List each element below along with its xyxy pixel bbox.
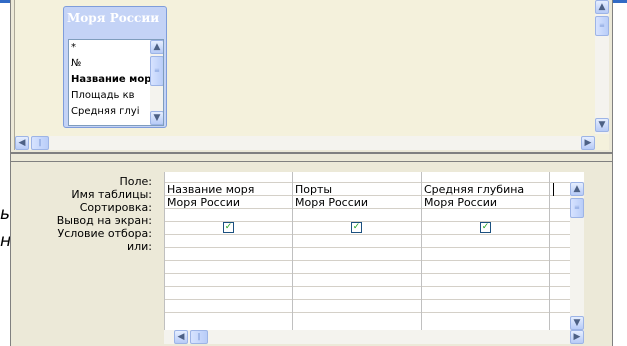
text-cursor: [553, 183, 554, 196]
arrow-up-icon[interactable]: ▲: [150, 40, 163, 54]
row-label-show: Вывод на экран:: [56, 214, 152, 227]
grid-vscroll[interactable]: ▲ ≡ ▼: [570, 182, 584, 330]
grid-hscroll[interactable]: ◀ ‖ ▶: [164, 330, 584, 344]
table-pane-vscroll[interactable]: ▲ ≡ ▼: [595, 0, 609, 134]
grid-col-line: [292, 172, 293, 330]
table-cell-3[interactable]: Моря России: [424, 196, 547, 209]
row-label-table: Имя таблицы:: [71, 188, 152, 201]
background-text-1: ь: [0, 204, 11, 224]
grid-col-line: [421, 172, 422, 330]
pane-splitter[interactable]: [11, 152, 612, 162]
arrow-left-icon[interactable]: ◀: [174, 330, 188, 344]
field-item-depth[interactable]: Средняя глуі: [71, 106, 140, 117]
table-pane: Моря России * № Название мор Площадь кв …: [14, 0, 609, 150]
grid-row-line: [164, 286, 584, 287]
field-list: * № Название мор Площадь кв Средняя глуі…: [68, 39, 164, 126]
grid-row-line: [164, 247, 584, 248]
grid-cells: Название моря Порты Средняя глубина Моря…: [164, 172, 584, 344]
grid-row-line: [164, 312, 584, 313]
grid-row-line: [164, 299, 584, 300]
arrow-down-icon[interactable]: ▼: [150, 111, 163, 125]
field-item-all[interactable]: *: [71, 42, 76, 53]
grid-row-line: [164, 234, 584, 235]
field-list-scrollbar[interactable]: ▲ ≡ ▼: [150, 40, 163, 125]
arrow-up-icon[interactable]: ▲: [570, 182, 584, 196]
field-cell-3[interactable]: Средняя глубина: [424, 183, 547, 196]
row-label-field: Поле:: [119, 175, 152, 188]
query-grid: Поле: Имя таблицы: Сортировка: Вывод на …: [14, 162, 609, 346]
check-icon[interactable]: ✓: [351, 222, 362, 233]
arrow-down-icon[interactable]: ▼: [595, 118, 609, 132]
row-label-or: или:: [126, 240, 152, 253]
field-cell-1[interactable]: Название моря: [167, 183, 290, 196]
row-label-sort: Сортировка:: [79, 201, 152, 214]
table-cell-1[interactable]: Моря России: [167, 196, 290, 209]
field-item-number[interactable]: №: [71, 58, 81, 69]
row-label-criteria: Условие отбора:: [57, 227, 153, 240]
arrow-up-icon[interactable]: ▲: [595, 0, 609, 14]
grid-row-line: [164, 273, 584, 274]
table-pane-vscroll-thumb[interactable]: ≡: [595, 16, 609, 36]
grid-col-line: [549, 172, 550, 330]
field-list-window[interactable]: Моря России * № Название мор Площадь кв …: [63, 6, 167, 128]
table-cell-2[interactable]: Моря России: [295, 196, 419, 209]
field-item-sea-name[interactable]: Название мор: [71, 74, 151, 85]
query-design-window: Моря России * № Название мор Площадь кв …: [10, 0, 613, 346]
check-icon[interactable]: ✓: [480, 222, 491, 233]
check-icon[interactable]: ✓: [223, 222, 234, 233]
table-pane-hscroll[interactable]: ◀ ‖ ▶: [15, 136, 595, 150]
arrow-right-icon[interactable]: ▶: [570, 330, 584, 344]
arrow-down-icon[interactable]: ▼: [570, 316, 584, 330]
arrow-left-icon[interactable]: ◀: [15, 136, 29, 150]
grid-vscroll-thumb[interactable]: ≡: [570, 198, 584, 218]
grid-row-line: [164, 260, 584, 261]
field-list-title[interactable]: Моря России: [67, 11, 159, 25]
field-list-scroll-thumb[interactable]: ≡: [150, 56, 163, 86]
grid-hscroll-thumb[interactable]: ‖: [190, 330, 208, 344]
grid-col-line: [164, 172, 165, 330]
arrow-right-icon[interactable]: ▶: [581, 136, 595, 150]
field-cell-2[interactable]: Порты: [295, 183, 419, 196]
table-pane-hscroll-thumb[interactable]: ‖: [31, 136, 49, 150]
field-item-area[interactable]: Площадь кв: [71, 90, 135, 101]
